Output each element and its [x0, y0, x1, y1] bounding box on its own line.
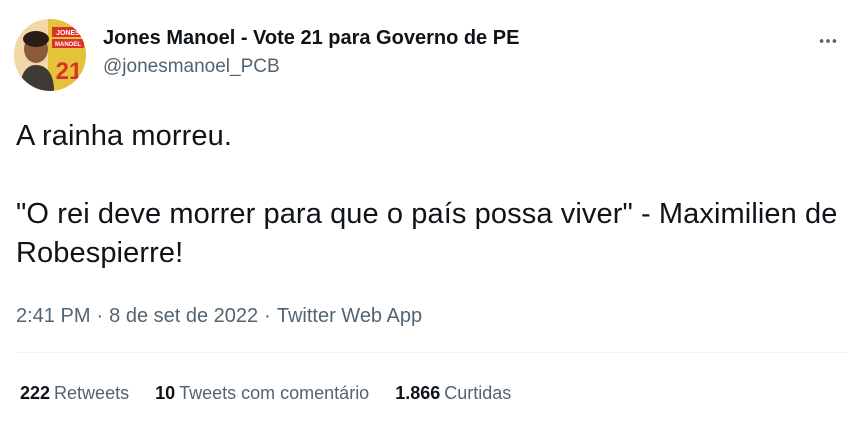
- retweets-count: 222: [20, 383, 51, 403]
- avatar-label-mid: MANOEL: [55, 42, 81, 48]
- more-horizontal-icon: [819, 39, 837, 43]
- tweet-date[interactable]: 8 de set de 2022: [109, 305, 258, 327]
- avatar[interactable]: JONES MANOEL 21: [14, 19, 86, 91]
- meta-separator: ·: [264, 305, 271, 327]
- meta-separator: ·: [96, 305, 104, 327]
- tweet-text: A rainha morreu. "O rei deve morrer para…: [16, 120, 838, 269]
- likes-stat[interactable]: 1.866 Curtidas: [395, 381, 511, 405]
- divider: [16, 352, 847, 353]
- avatar-label-top: JONES: [56, 30, 80, 37]
- quote-tweets-count: 10: [155, 383, 176, 403]
- avatar-number: 21: [56, 58, 83, 85]
- author-display-name[interactable]: Jones Manoel - Vote 21 para Governo de P…: [103, 26, 519, 50]
- quote-tweets-stat[interactable]: 10 Tweets com comentário: [155, 381, 369, 405]
- likes-count: 1.866: [395, 383, 441, 403]
- retweets-label: Retweets: [54, 383, 130, 403]
- tweet-metadata: 2:41 PM · 8 de set de 2022 · Twitter Web App: [16, 303, 422, 329]
- tweet-time[interactable]: 2:41 PM: [16, 305, 90, 327]
- author-handle[interactable]: @jonesmanoel_PCB: [103, 55, 519, 79]
- author-info: Jones Manoel - Vote 21 para Governo de P…: [103, 26, 519, 79]
- avatar-image: JONES MANOEL 21: [14, 19, 86, 91]
- quote-tweets-label: Tweets com comentário: [179, 383, 370, 403]
- tweet-stats: 222 Retweets 10 Tweets com comentário 1.86…: [20, 381, 537, 405]
- more-options-button[interactable]: [813, 26, 843, 56]
- likes-label: Curtidas: [444, 383, 512, 403]
- tweet-card: JONES MANOEL 21 Jones Manoel - Vote 21 p…: [0, 0, 865, 424]
- retweets-stat[interactable]: 222 Retweets: [20, 381, 129, 405]
- tweet-source[interactable]: Twitter Web App: [277, 305, 422, 327]
